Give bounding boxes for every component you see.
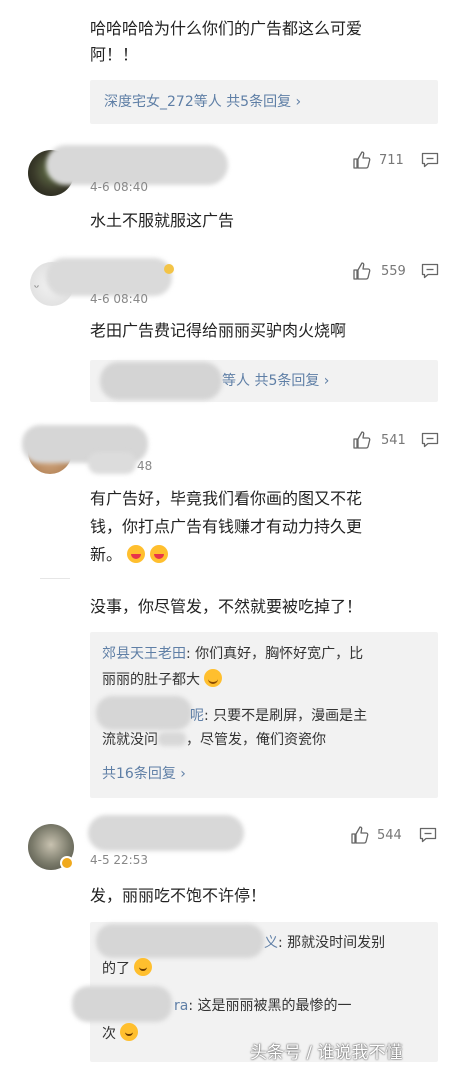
reply-icon[interactable]: [419, 827, 437, 844]
reply-text: 丽丽的肚子都大: [102, 672, 200, 688]
reply-author-link[interactable]: 义: [264, 935, 278, 951]
reply-text: 次: [102, 1026, 116, 1042]
reply-item: 义: 那就没时间发别: [264, 931, 385, 955]
redacted-time: [88, 452, 136, 474]
comment-time: 4-6 08:40: [90, 180, 148, 194]
reply-icon[interactable]: [421, 432, 439, 449]
reply-text: ，尽管发，俺们资瓷你: [186, 732, 326, 748]
view-replies-link[interactable]: 共16条回复 ›: [102, 764, 186, 784]
avatar-sketch: ᵕ: [34, 281, 40, 296]
like-count: 541: [381, 433, 406, 448]
pink-cheek-emoji: [127, 545, 146, 563]
reply-icon[interactable]: [421, 263, 439, 280]
reply-text: : 那就没时间发别: [278, 935, 386, 951]
cat-emoji: [134, 958, 153, 976]
thumbs-up-icon[interactable]: [352, 150, 372, 170]
reply-text: : 这是丽丽被黑的最惨的一: [188, 998, 352, 1014]
reply-text: 流就没问: [102, 732, 158, 748]
comment-text: 钱，你打点广告有钱赚才有动力持久更: [90, 517, 363, 536]
comment-time: 48: [137, 459, 153, 473]
reply-text: 的了: [102, 961, 130, 977]
comment-text-line: 新。: [90, 545, 123, 564]
reply-author-link[interactable]: 郊县天王老田: [102, 646, 186, 662]
redacted-text: [158, 732, 186, 746]
reply-item: ra: 这是丽丽被黑的最惨的一: [174, 994, 352, 1018]
comment-time: 4-5 22:53: [90, 853, 148, 867]
like-count: 559: [381, 264, 406, 279]
view-replies-link[interactable]: 等人 共5条回复 ›: [222, 371, 329, 391]
comment-text: 发，丽丽吃不饱不许停！: [90, 886, 267, 905]
comment-text: 没事，你尽管发，不然就要被吃掉了！: [90, 597, 363, 616]
badge: [164, 264, 174, 274]
comment-text: 阿！！: [90, 45, 139, 64]
redacted-username: [96, 924, 264, 958]
view-replies-link[interactable]: 深度宅女_272等人 共5条回复 ›: [104, 92, 301, 112]
comment-text: 有广告好，毕竟我们看你画的图又不花: [90, 489, 363, 508]
reply-text: : 你们真好，胸怀好宽广，比: [186, 646, 364, 662]
comment-time: 4-6 08:40: [90, 292, 148, 306]
comment-text: 哈哈哈哈为什么你们的广告都这么可爱: [90, 19, 363, 38]
reply-icon[interactable]: [421, 152, 439, 169]
like-count: 711: [379, 153, 404, 168]
cat-emoji: [120, 1023, 139, 1041]
reply-item: 呢: 只要不是刷屏，漫画是主: [190, 704, 367, 728]
thumbs-up-icon[interactable]: [352, 261, 372, 281]
pink-cheek-emoji: [150, 545, 169, 563]
reply-item: 流就没问 ，尽管发，俺们资瓷你: [102, 728, 326, 752]
redacted-username: [96, 696, 192, 730]
redacted-username: [88, 815, 244, 851]
watermark: 头条号 / 谁说我不懂: [250, 1043, 403, 1063]
redacted-username: [100, 362, 222, 400]
reply-item: 的了: [102, 957, 153, 981]
reply-text: : 只要不是刷屏，漫画是主: [204, 708, 368, 724]
redacted-username: [46, 258, 172, 296]
divider: [40, 578, 70, 579]
like-count: 544: [377, 828, 402, 843]
reply-author-link[interactable]: 呢: [190, 708, 204, 724]
comment-text: 水土不服就服这广告: [90, 211, 235, 230]
smile-emoji: [204, 669, 223, 687]
redacted-username: [72, 986, 172, 1022]
redacted-username: [46, 145, 228, 185]
reply-author-link[interactable]: ra: [174, 998, 188, 1014]
reply-item: 丽丽的肚子都大: [102, 668, 223, 692]
comment-text: 老田广告费记得给丽丽买驴肉火烧啊: [90, 321, 347, 340]
comment-text: 新。: [90, 542, 169, 568]
reply-item: 次: [102, 1022, 139, 1046]
reply-item: 郊县天王老田: 你们真好，胸怀好宽广，比: [102, 642, 428, 666]
thumbs-up-icon[interactable]: [352, 430, 372, 450]
verified-badge: [60, 856, 74, 870]
thumbs-up-icon[interactable]: [350, 825, 370, 845]
